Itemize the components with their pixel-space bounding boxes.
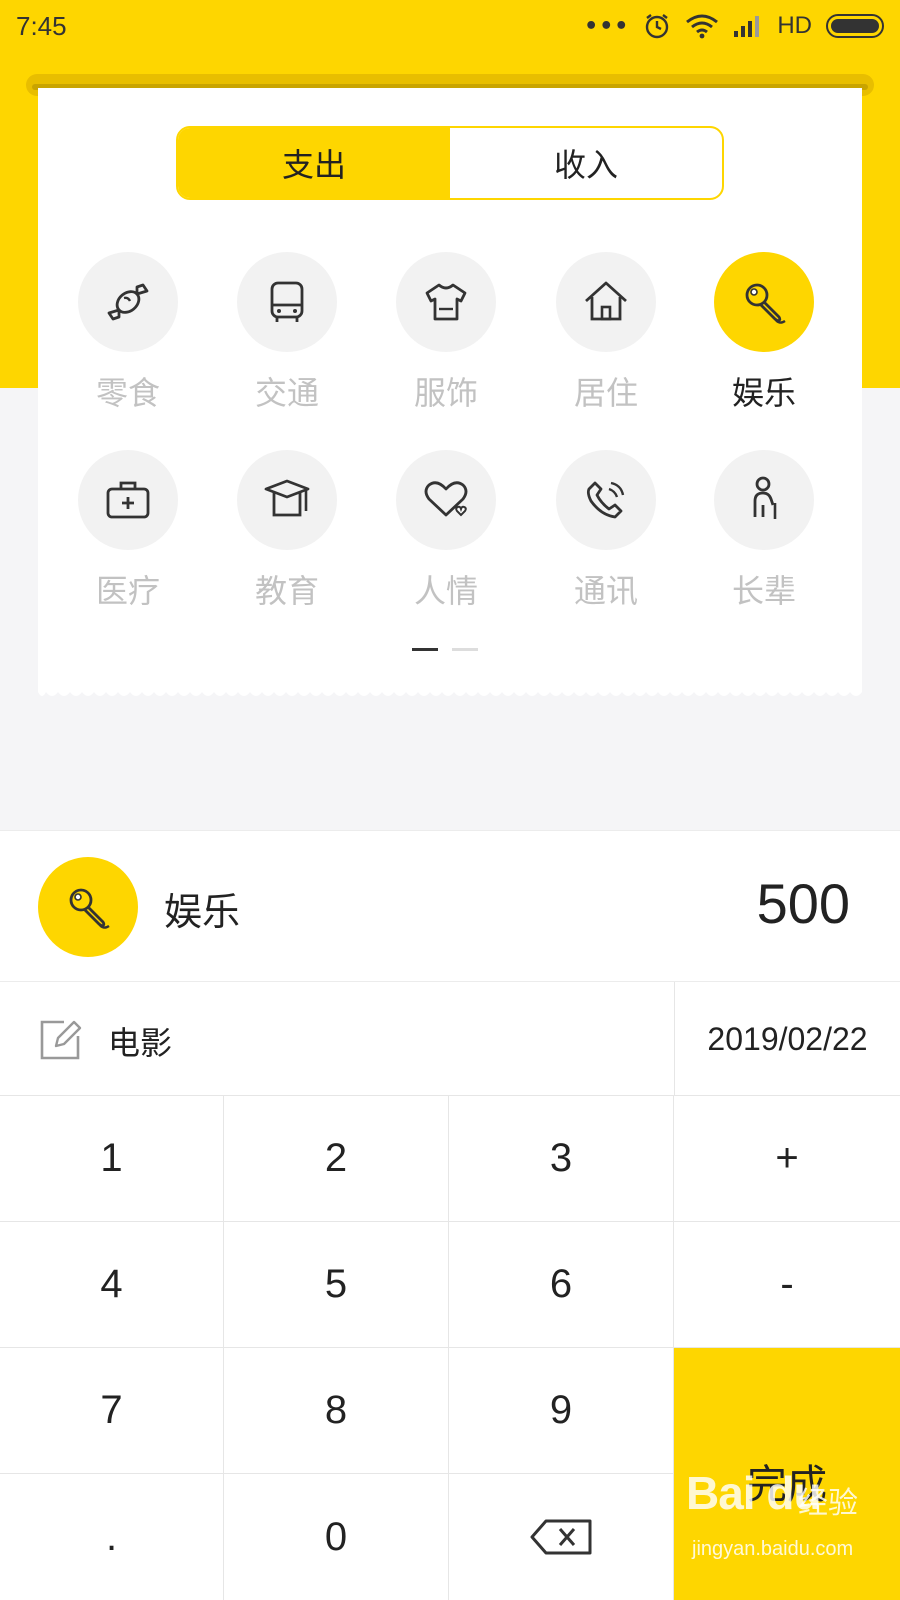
- category-label: 通讯: [573, 572, 638, 610]
- category-housing[interactable]: 居住: [536, 252, 676, 422]
- summary-category-name: 娱乐: [164, 890, 241, 934]
- note-input[interactable]: 电影: [108, 1018, 172, 1064]
- category-icon-wrap: [237, 252, 337, 352]
- status-icons: ••• HD: [584, 12, 884, 40]
- category-icon-wrap: [78, 252, 178, 352]
- entry-summary: 娱乐 500: [0, 830, 900, 982]
- alarm-icon: [646, 14, 669, 39]
- income-tab[interactable]: 收入: [450, 128, 722, 198]
- category-gifts[interactable]: 人情: [376, 450, 516, 620]
- key-2[interactable]: 2: [224, 1096, 449, 1222]
- shirt-icon: [425, 283, 467, 321]
- backspace-icon: [530, 1519, 592, 1555]
- graduation-cap-icon: [264, 479, 310, 517]
- category-icon-wrap: [556, 450, 656, 550]
- category-icon-wrap: [714, 450, 814, 550]
- category-entertainment[interactable]: 娱乐: [694, 252, 834, 422]
- done-button[interactable]: 完成: [674, 1348, 900, 1600]
- status-time: 7:45: [16, 10, 67, 41]
- category-icon-wrap: [714, 252, 814, 352]
- category-icon-wrap: [78, 450, 178, 550]
- category-transport[interactable]: 交通: [217, 252, 357, 422]
- category-clothing[interactable]: 服饰: [376, 252, 516, 422]
- key-7[interactable]: 7: [0, 1348, 224, 1474]
- key-6[interactable]: 6: [449, 1222, 674, 1348]
- backspace-key[interactable]: [449, 1474, 674, 1600]
- category-medical[interactable]: 医疗: [58, 450, 198, 620]
- key-4[interactable]: 4: [0, 1222, 224, 1348]
- key-dot[interactable]: .: [0, 1474, 224, 1600]
- category-communication[interactable]: 通讯: [536, 450, 676, 620]
- key-0[interactable]: 0: [224, 1474, 449, 1600]
- key-3[interactable]: 3: [449, 1096, 674, 1222]
- key-1[interactable]: 1: [0, 1096, 224, 1222]
- medical-kit-icon: [106, 481, 150, 519]
- note-row: 电影 2019/02/22: [0, 982, 900, 1096]
- category-icon-wrap: [556, 252, 656, 352]
- elder-icon: [753, 476, 777, 519]
- candy-icon: [107, 283, 149, 321]
- category-label: 医疗: [95, 572, 160, 610]
- type-toggle: 支出 收入: [176, 126, 724, 200]
- network-type: HD: [777, 12, 812, 39]
- amount-display: 500: [756, 872, 850, 935]
- microphone-icon: [69, 888, 110, 929]
- category-icon-wrap: [237, 450, 337, 550]
- house-icon: [585, 281, 627, 321]
- edit-icon[interactable]: [38, 1018, 82, 1062]
- date-picker[interactable]: 2019/02/22: [674, 982, 900, 1096]
- category-label: 娱乐: [731, 374, 796, 412]
- notification-dots: •••: [584, 13, 630, 39]
- category-label: 居住: [573, 374, 638, 412]
- category-education[interactable]: 教育: [217, 450, 357, 620]
- category-label: 人情: [413, 572, 478, 610]
- page-dot: [452, 648, 478, 651]
- microphone-icon: [745, 283, 786, 324]
- card-edge: [38, 686, 862, 696]
- page-dot-active: [412, 648, 438, 651]
- number-keypad: 1 2 3 + 4 5 6 - 7 8 9 . 0 完成: [0, 1096, 900, 1600]
- battery-icon: [826, 14, 884, 38]
- status-bar: 7:45 ••• HD: [0, 0, 900, 52]
- summary-category-icon: [38, 857, 138, 957]
- key-5[interactable]: 5: [224, 1222, 449, 1348]
- category-icon-wrap: [396, 252, 496, 352]
- category-label: 教育: [254, 572, 319, 610]
- category-label: 服饰: [413, 374, 478, 412]
- key-minus[interactable]: -: [674, 1222, 900, 1348]
- phone-icon: [586, 481, 625, 519]
- bus-icon: [270, 281, 304, 322]
- key-8[interactable]: 8: [224, 1348, 449, 1474]
- category-elders[interactable]: 长辈: [694, 450, 834, 620]
- category-icon-wrap: [396, 450, 496, 550]
- category-label: 交通: [254, 374, 319, 412]
- heart-icon: [424, 481, 468, 517]
- page-indicator: [412, 648, 478, 651]
- signal-icon: [734, 16, 760, 37]
- key-9[interactable]: 9: [449, 1348, 674, 1474]
- category-snacks[interactable]: 零食: [58, 252, 198, 422]
- category-label: 长辈: [731, 572, 796, 610]
- wifi-icon: [686, 14, 719, 39]
- expense-tab[interactable]: 支出: [178, 128, 450, 198]
- key-plus[interactable]: +: [674, 1096, 900, 1222]
- category-label: 零食: [95, 374, 160, 412]
